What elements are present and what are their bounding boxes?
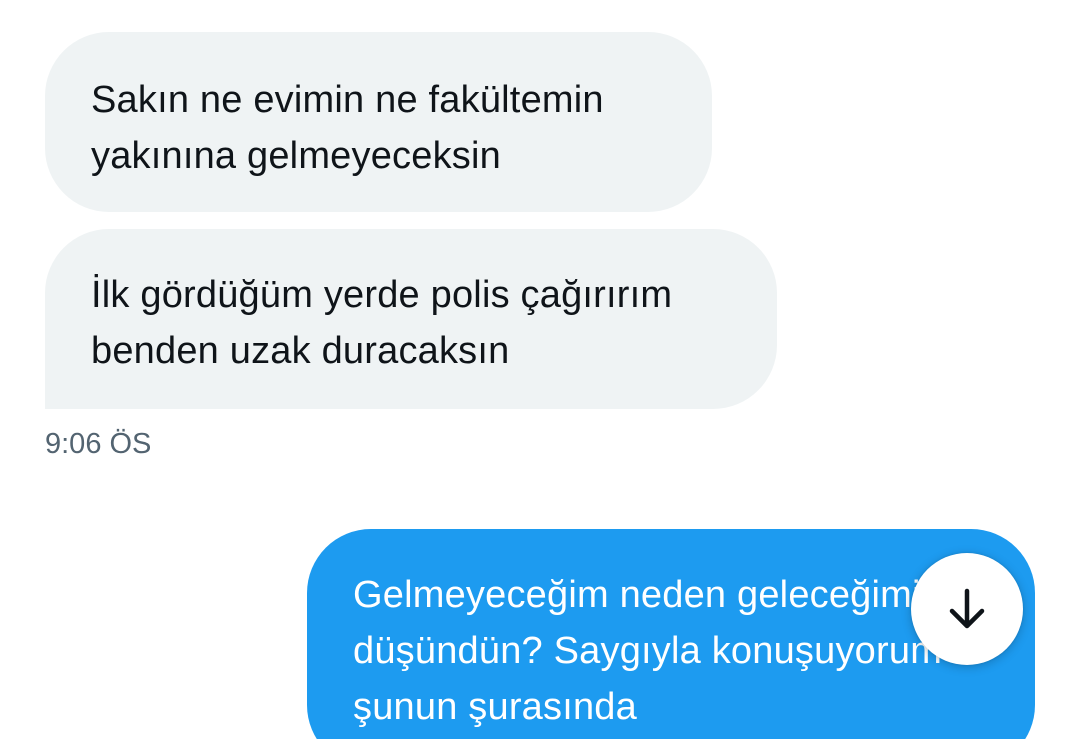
- message-timestamp: 9:06 ÖS: [45, 428, 152, 460]
- scroll-to-bottom-button[interactable]: [911, 553, 1023, 665]
- incoming-message-bubble[interactable]: Sakın ne evimin ne fakültemin yakınına g…: [45, 32, 712, 212]
- message-text-line: şunun şurasında: [353, 686, 637, 728]
- message-text-line: Sakın ne evimin ne fakültemin: [91, 79, 604, 121]
- arrow-down-icon: [943, 585, 991, 633]
- message-text-line: benden uzak duracaksın: [91, 330, 510, 372]
- dm-conversation: Sakın ne evimin ne fakültemin yakınına g…: [0, 0, 1080, 739]
- incoming-message-bubble[interactable]: İlk gördüğüm yerde polis çağırırım bende…: [45, 229, 777, 409]
- message-text-line: İlk gördüğüm yerde polis çağırırım: [91, 274, 673, 316]
- message-text-line: yakınına gelmeyeceksin: [91, 135, 501, 177]
